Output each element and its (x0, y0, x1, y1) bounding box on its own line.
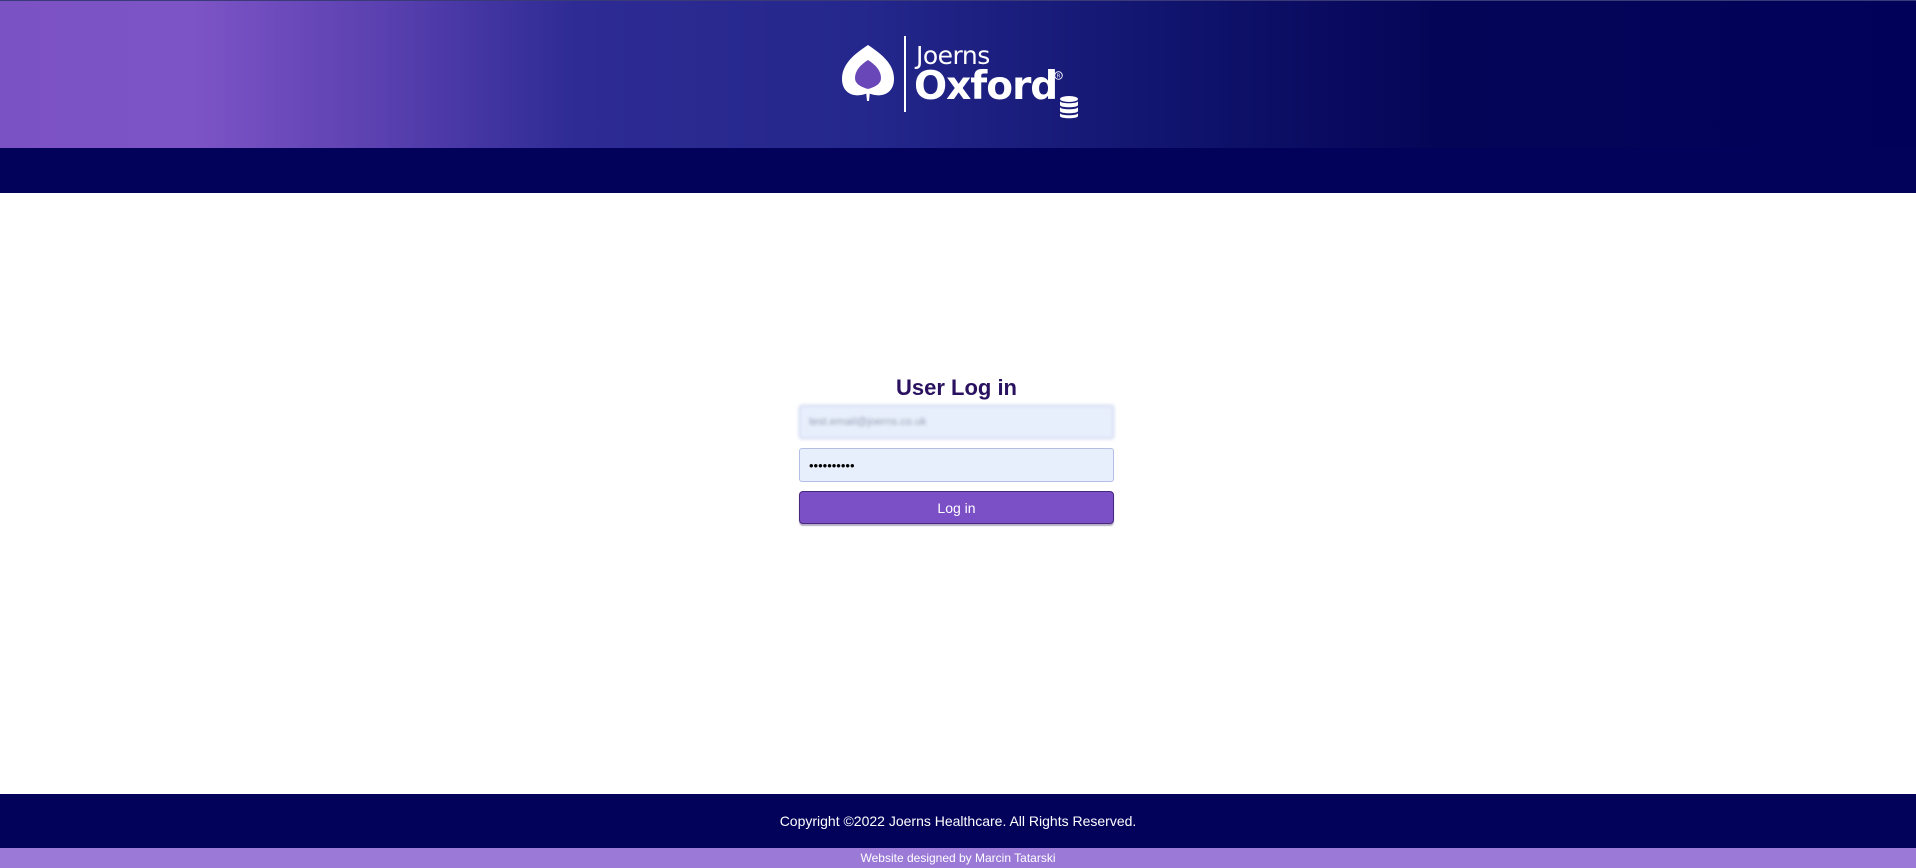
email-input[interactable] (799, 405, 1114, 439)
registered-mark-icon: R (1054, 71, 1063, 80)
designer-bar: Website designed by Marcin Tatarski (0, 848, 1916, 868)
password-input[interactable] (799, 448, 1114, 482)
site-footer: Copyright ©2022 Joerns Healthcare. All R… (0, 794, 1916, 848)
logo-divider (904, 36, 906, 112)
svg-text:R: R (1057, 74, 1061, 80)
site-header: Joerns Oxford R (0, 0, 1916, 148)
logo-brand-main: Oxford (914, 64, 1058, 109)
copyright-text: Copyright ©2022 Joerns Healthcare. All R… (779, 813, 1137, 829)
login-button[interactable]: Log in (799, 491, 1114, 524)
login-title: User Log in (895, 375, 1017, 400)
navigation-bar (0, 148, 1916, 193)
droplet-logo-icon (842, 45, 894, 101)
database-icon (1060, 96, 1078, 119)
designer-credit: Website designed by Marcin Tatarski (860, 851, 1056, 865)
joerns-oxford-logo: Joerns Oxford R (838, 35, 1088, 121)
